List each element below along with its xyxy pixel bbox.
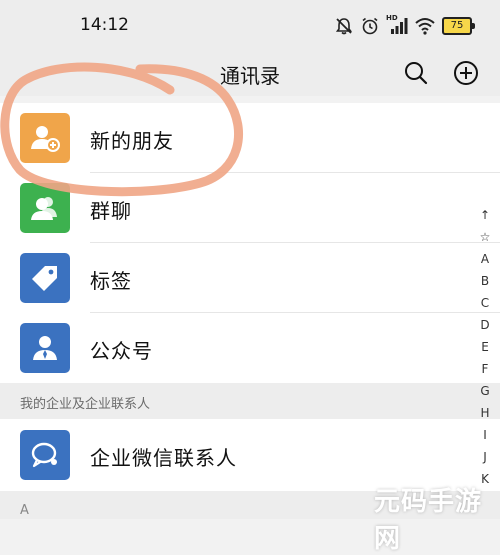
watermark: 元码手游网 bbox=[374, 487, 483, 554]
index-g[interactable]: G bbox=[480, 380, 489, 402]
official-account-icon-box bbox=[20, 323, 70, 373]
index-f[interactable]: F bbox=[482, 358, 489, 380]
add-friend-icon-box bbox=[20, 113, 70, 163]
tag-icon-box bbox=[20, 253, 70, 303]
battery-icon: 75 bbox=[442, 17, 475, 35]
group-chat-icon bbox=[31, 197, 57, 220]
add-friend-icon bbox=[31, 126, 60, 152]
index-b[interactable]: B bbox=[481, 270, 489, 292]
bell-off-icon bbox=[334, 16, 354, 36]
index-d[interactable]: D bbox=[480, 314, 489, 336]
index-h[interactable]: H bbox=[480, 402, 489, 424]
alphabet-index-bar[interactable]: ↑ ☆ A B C D E F G H I J K bbox=[474, 204, 496, 490]
new-friends-label: 新的朋友 bbox=[90, 129, 174, 153]
new-friends-item[interactable]: 新的朋友 bbox=[0, 103, 500, 173]
group-chats-label: 群聊 bbox=[90, 199, 132, 223]
wifi-icon bbox=[414, 16, 436, 36]
tags-item[interactable]: 标签 bbox=[0, 243, 500, 313]
search-icon bbox=[405, 62, 428, 85]
index-i[interactable]: I bbox=[483, 424, 487, 446]
add-button[interactable] bbox=[451, 58, 481, 88]
index-j[interactable]: J bbox=[483, 446, 487, 468]
status-time: 14:12 bbox=[80, 15, 129, 35]
enterprise-contacts-label: 企业微信联系人 bbox=[90, 446, 237, 470]
status-icons: HD 75 bbox=[334, 13, 475, 39]
tag-icon bbox=[32, 266, 57, 291]
index-e[interactable]: E bbox=[481, 336, 489, 358]
status-bar: 14:12 HD 75 bbox=[0, 0, 500, 52]
enterprise-chat-icon bbox=[31, 442, 57, 468]
nav-bar: 通讯录 bbox=[0, 52, 500, 96]
index-top[interactable]: ↑ bbox=[480, 204, 490, 226]
official-accounts-item[interactable]: 公众号 bbox=[0, 313, 500, 383]
tags-label: 标签 bbox=[90, 269, 132, 293]
official-account-icon bbox=[33, 336, 57, 360]
official-accounts-label: 公众号 bbox=[90, 339, 153, 363]
search-button[interactable] bbox=[401, 58, 431, 88]
index-a[interactable]: A bbox=[481, 248, 489, 270]
alarm-icon bbox=[360, 16, 380, 36]
group-chat-icon-box bbox=[20, 183, 70, 233]
enterprise-section-title: 我的企业及企业联系人 bbox=[20, 397, 151, 412]
contacts-menu: 新的朋友 群聊 标签 公众号 bbox=[0, 103, 500, 383]
letter-section-title: A bbox=[20, 503, 29, 518]
index-star[interactable]: ☆ bbox=[480, 226, 491, 248]
network-type-label: HD bbox=[386, 14, 398, 22]
enterprise-chat-icon-box bbox=[20, 430, 70, 480]
enterprise-section-header: 我的企业及企业联系人 bbox=[0, 383, 500, 419]
plus-circle-icon bbox=[454, 61, 478, 85]
signal-icon: HD bbox=[386, 14, 408, 36]
index-c[interactable]: C bbox=[481, 292, 489, 314]
group-chats-item[interactable]: 群聊 bbox=[0, 173, 500, 243]
